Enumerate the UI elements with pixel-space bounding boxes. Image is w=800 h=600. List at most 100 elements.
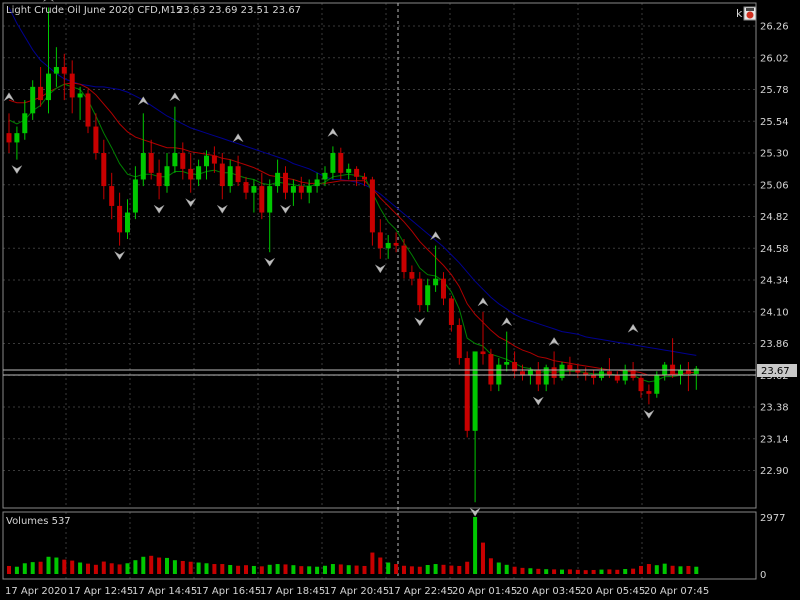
volume-bar — [639, 565, 643, 574]
volume-bar — [402, 565, 406, 574]
candle-body — [425, 285, 431, 306]
candle-body — [101, 153, 107, 187]
symbol-label: Light Crude Oil June 2020 CFD,M15 — [6, 5, 182, 16]
y-tick-label: 24.58 — [760, 244, 789, 255]
candle-body — [259, 186, 265, 213]
candle-body — [22, 113, 28, 134]
volume-bar — [283, 564, 288, 574]
x-tick-label: 20 Apr 07:45 — [644, 586, 709, 597]
candle-body — [290, 186, 296, 193]
volume-bar — [275, 564, 280, 574]
candle-body — [464, 358, 470, 431]
volume-bar — [567, 569, 572, 574]
y-tick-label: 23.38 — [760, 403, 789, 414]
candle-body — [132, 179, 138, 213]
price-chart[interactable]: 26.26 26.02 25.78 25.54 25.30 25.06 24.82 24.58… — [0, 0, 800, 600]
y-tick-label: 23.14 — [760, 434, 789, 445]
volume-bar — [62, 559, 67, 574]
candle-body — [614, 375, 620, 381]
svg-text:k: k — [736, 7, 743, 20]
candle-body — [369, 179, 375, 233]
x-tick-label: 20 Apr 05:45 — [580, 586, 645, 597]
x-tick-label: 17 Apr 20:45 — [324, 586, 389, 597]
volume-bar — [520, 567, 525, 574]
volume-bar — [536, 568, 541, 574]
candle-body — [204, 155, 209, 167]
candle-body — [472, 351, 478, 431]
volume-bar — [552, 569, 557, 574]
candle-body — [219, 163, 225, 187]
volume-bar — [575, 569, 580, 574]
candle-body — [61, 67, 67, 74]
candle-body — [93, 126, 99, 153]
volume-bar — [686, 565, 691, 574]
candle-body — [433, 278, 439, 286]
x-tick-label: 17 Apr 22:45 — [388, 586, 453, 597]
candle-body — [30, 86, 36, 114]
y-tick-label: 24.34 — [760, 276, 789, 287]
candle-body — [330, 153, 336, 173]
time-axis: 17 Apr 2020 17 Apr 12:4517 Apr 14:4517 Ap… — [5, 586, 709, 597]
candle-body — [14, 133, 20, 143]
volume-bar — [481, 542, 485, 574]
candle-body — [630, 369, 636, 378]
candle-body — [156, 172, 162, 187]
volume-bar — [338, 564, 343, 574]
candle-body — [125, 212, 130, 233]
candle-body — [140, 153, 146, 180]
volume-bar — [70, 560, 75, 574]
candle-body — [480, 351, 486, 355]
volume-panel-label: Volumes 537 — [6, 516, 71, 527]
volume-bar — [394, 564, 399, 574]
candle-body — [53, 67, 59, 74]
volume-bar — [378, 557, 383, 574]
volume-bar — [291, 565, 296, 574]
volume-bar — [473, 517, 478, 574]
volume-bar — [220, 564, 225, 574]
volume-bar — [236, 565, 241, 574]
candle-body — [338, 153, 344, 173]
y-tick-label: 23.86 — [760, 339, 789, 350]
candle-body — [180, 153, 186, 169]
volume-bar — [307, 566, 312, 574]
volume-bar — [370, 552, 375, 574]
candle-body — [298, 186, 304, 193]
candle-body — [275, 172, 281, 187]
volume-bar — [544, 569, 549, 574]
candle-body — [227, 166, 233, 187]
candle-body — [322, 172, 328, 180]
volume-bar — [267, 564, 272, 574]
candle-body — [172, 153, 178, 167]
candle-body — [354, 168, 360, 177]
volume-bar — [46, 556, 51, 574]
candle-body — [188, 168, 194, 180]
volume-bar — [101, 561, 106, 574]
y-tick-label: 25.54 — [760, 117, 789, 128]
volume-bar — [694, 566, 699, 574]
robot-icon[interactable]: k — [736, 6, 757, 21]
volume-bar — [117, 564, 122, 574]
candle-body — [488, 354, 494, 385]
candle-body — [678, 369, 683, 376]
volume-bar — [93, 564, 98, 574]
volume-bar — [244, 565, 248, 574]
current-price-label: 23.67 — [761, 366, 790, 377]
candle-body — [654, 375, 660, 394]
volume-bar — [670, 565, 675, 574]
volume-bar — [157, 557, 162, 574]
volume-bar — [165, 557, 169, 574]
volume-bar — [54, 557, 59, 574]
volume-bar — [449, 565, 454, 574]
volume-bar — [623, 569, 628, 574]
y-tick-label: 22.90 — [760, 466, 789, 477]
candle-body — [306, 186, 312, 193]
volume-bar — [607, 569, 612, 574]
volume-bar — [615, 569, 620, 574]
volume-bar — [362, 565, 367, 574]
x-tick-label: 17 Apr 12:45 — [68, 586, 133, 597]
candle-body — [693, 368, 699, 374]
candle-body — [441, 278, 446, 299]
candle-body — [504, 362, 510, 365]
y-tick-label: 24.10 — [760, 307, 789, 318]
volume-bar — [133, 560, 138, 574]
